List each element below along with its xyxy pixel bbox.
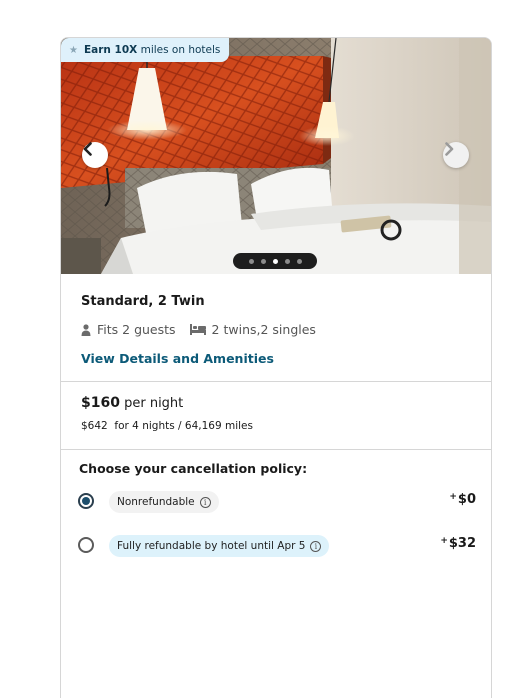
info-icon[interactable]: i bbox=[199, 496, 211, 508]
price-amount: $160 bbox=[81, 395, 120, 411]
option-fully-refundable[interactable]: Fully refundable by hotel until Apr 5 i … bbox=[78, 535, 476, 559]
photo-pagination bbox=[233, 253, 317, 269]
earn-badge-rest: miles on hotels bbox=[137, 44, 221, 56]
room-name: Standard, 2 Twin bbox=[81, 294, 205, 309]
bed-icon bbox=[189, 324, 206, 335]
pagination-dot-active[interactable] bbox=[272, 258, 278, 264]
nonrefundable-pill: Nonrefundable i bbox=[109, 491, 219, 513]
option-nonrefundable[interactable]: Nonrefundable i +$0 bbox=[78, 491, 476, 515]
earn-miles-badge: ★ Earn 10X miles on hotels bbox=[61, 38, 230, 62]
room-photo[interactable]: ★ Earn 10X miles on hotels bbox=[61, 38, 491, 274]
person-icon bbox=[81, 323, 91, 336]
guests-feature: Fits 2 guests bbox=[81, 322, 176, 337]
price-unit: per night bbox=[119, 396, 184, 411]
guests-text: Fits 2 guests bbox=[97, 322, 176, 337]
pagination-dot[interactable] bbox=[260, 258, 266, 264]
cancellation-title: Choose your cancellation policy: bbox=[79, 461, 308, 476]
info-icon[interactable]: i bbox=[310, 540, 322, 552]
pagination-dot[interactable] bbox=[296, 258, 302, 264]
option-price-value: $32 bbox=[448, 536, 476, 551]
section-divider bbox=[61, 381, 491, 382]
option-label: Nonrefundable bbox=[117, 496, 195, 508]
beds-text: 2 twins,2 singles bbox=[211, 322, 316, 337]
plus-sign: + bbox=[440, 536, 448, 546]
option-price: +$32 bbox=[440, 536, 476, 551]
radio-nonrefundable[interactable] bbox=[78, 493, 94, 509]
nightly-price: $160 per night bbox=[81, 395, 183, 411]
chevron-right-icon bbox=[445, 142, 454, 156]
pagination-dot[interactable] bbox=[248, 258, 254, 264]
radio-fully-refundable[interactable] bbox=[78, 537, 94, 553]
plus-sign: + bbox=[449, 492, 457, 502]
beds-feature: 2 twins,2 singles bbox=[189, 322, 316, 337]
next-photo-button[interactable] bbox=[443, 142, 469, 168]
earn-badge-text: Earn 10X miles on hotels bbox=[84, 44, 220, 56]
total-amount: $642 bbox=[81, 420, 108, 432]
fully-refundable-pill: Fully refundable by hotel until Apr 5 i bbox=[109, 535, 330, 557]
room-card: ★ Earn 10X miles on hotels Standard, 2 T… bbox=[60, 37, 492, 698]
chevron-left-icon bbox=[83, 142, 92, 156]
room-features: Fits 2 guests 2 twins,2 singles bbox=[81, 322, 316, 337]
total-suffix: for 4 nights / 64,169 miles bbox=[107, 420, 253, 432]
view-details-link[interactable]: View Details and Amenities bbox=[81, 351, 274, 366]
section-divider bbox=[61, 449, 491, 450]
hotel-room-image bbox=[61, 38, 491, 274]
earn-badge-bold: Earn 10X bbox=[83, 44, 138, 56]
option-price: +$0 bbox=[449, 492, 476, 507]
option-price-value: $0 bbox=[457, 492, 476, 507]
total-price: $642 for 4 nights / 64,169 miles bbox=[81, 420, 253, 432]
pagination-dot[interactable] bbox=[284, 258, 290, 264]
option-label: Fully refundable by hotel until Apr 5 bbox=[117, 540, 306, 552]
previous-photo-button[interactable] bbox=[82, 142, 108, 168]
star-icon: ★ bbox=[69, 44, 78, 56]
